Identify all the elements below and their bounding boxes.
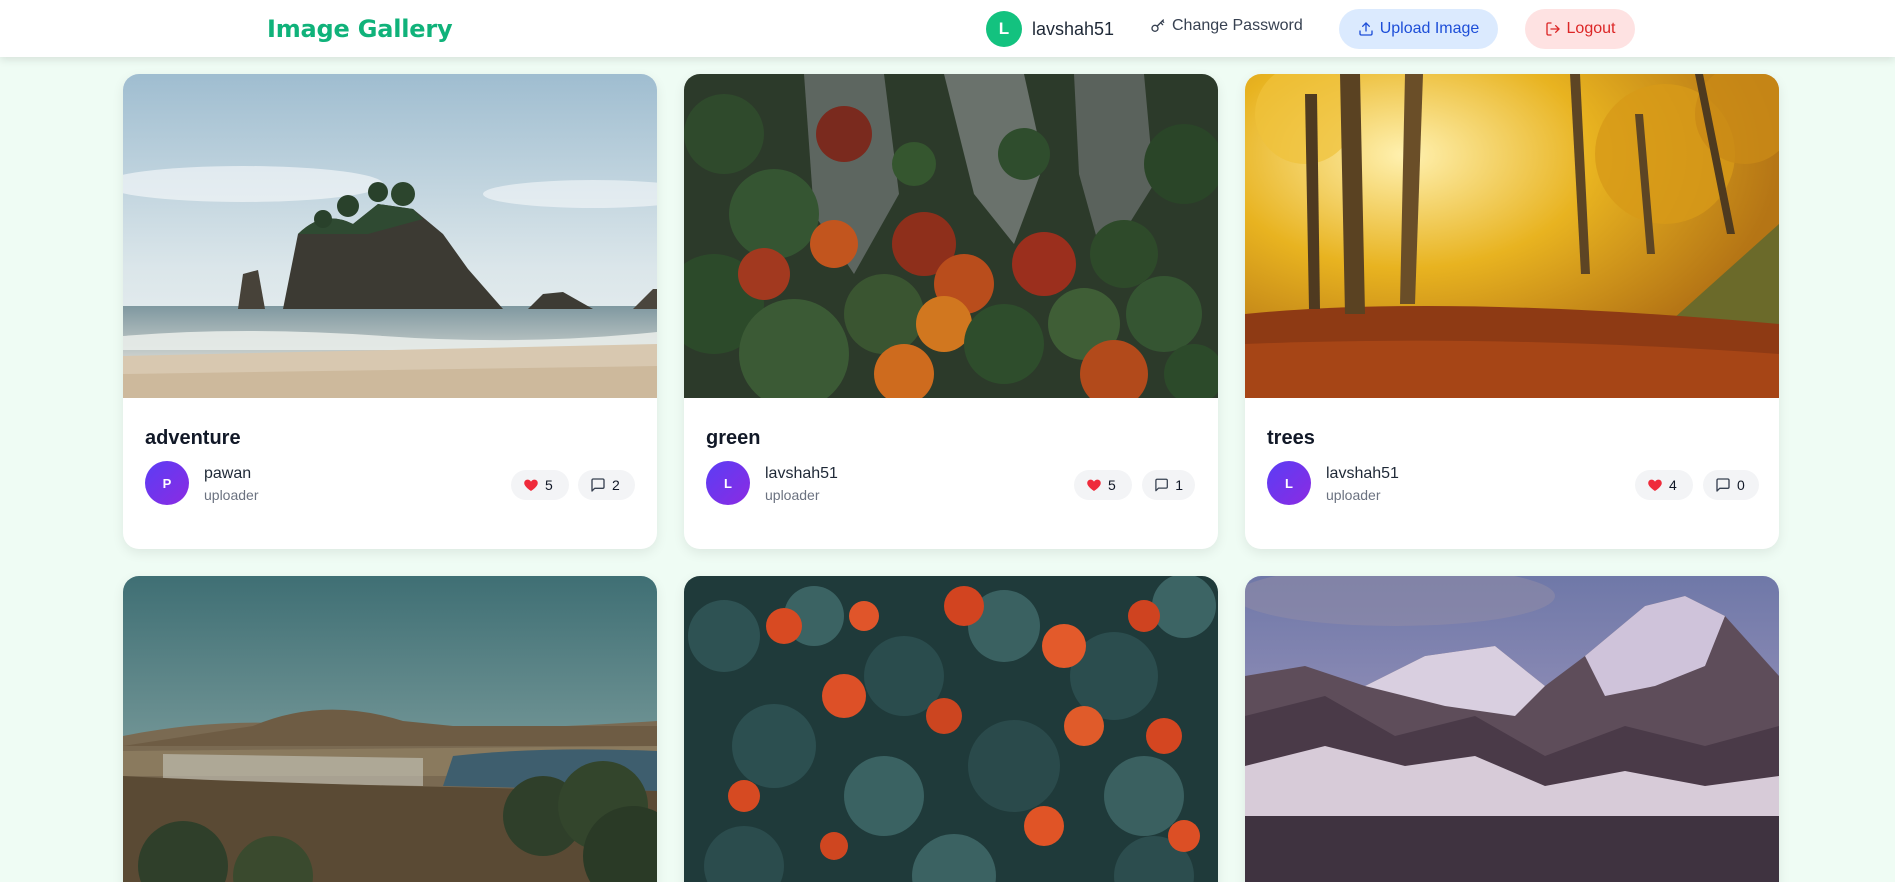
comment-icon [591,478,605,492]
top-nav-bar: Image Gallery L lavshah51 Change Passwor… [0,0,1895,57]
brand-title[interactable]: Image Gallery [267,15,453,43]
uploader-avatar: P [145,461,189,505]
comment-count: 0 [1737,477,1745,493]
upload-image-button[interactable]: Upload Image [1339,9,1498,49]
uploader-avatar: L [1267,461,1311,505]
comment-icon [1716,478,1730,492]
comment-button[interactable]: 0 [1703,470,1759,500]
red-berries-shrub-image [684,576,1218,882]
heart-icon [1648,479,1662,491]
beach-sea-stack-image [123,74,657,398]
uploader-avatar: L [706,461,750,505]
uploader-name: lavshah51 [1326,465,1399,482]
like-button[interactable]: 4 [1635,470,1693,500]
user-name: lavshah51 [1032,18,1115,39]
gallery-card[interactable]: green L lavshah51 uploader 5 1 [684,74,1218,549]
hillside-bay-town-image [123,576,657,882]
like-count: 5 [545,477,553,493]
upload-icon [1359,22,1373,36]
like-button[interactable]: 5 [1074,470,1132,500]
golden-forest-path-image [1245,74,1779,398]
logout-label: Logout [1566,20,1616,37]
like-button[interactable]: 5 [511,470,569,500]
uploader-name: lavshah51 [765,465,838,482]
card-image[interactable] [1245,74,1779,398]
current-user: L lavshah51 [986,11,1114,47]
gallery-card[interactable] [1245,576,1779,882]
uploader-role: uploader [204,487,259,503]
comment-button[interactable]: 1 [1142,470,1195,500]
uploader-role: uploader [1326,487,1381,503]
card-title[interactable]: adventure [145,427,241,450]
comment-button[interactable]: 2 [578,470,635,500]
comment-count: 2 [612,477,620,493]
snowy-mountain-peaks-image [1245,576,1779,882]
gallery-card[interactable]: adventure P pawan uploader 5 2 [123,74,657,549]
card-image[interactable] [123,74,657,398]
uploader-role: uploader [765,487,820,503]
heart-icon [524,479,538,491]
card-title[interactable]: green [706,427,760,450]
comment-count: 1 [1175,477,1183,493]
gallery-card[interactable] [123,576,657,882]
card-image[interactable] [123,576,657,882]
logout-icon [1545,22,1560,36]
logout-button[interactable]: Logout [1525,9,1635,49]
like-count: 5 [1108,477,1116,493]
key-icon [1151,19,1165,32]
like-count: 4 [1669,477,1677,493]
change-password-label: Change Password [1172,17,1303,34]
uploader-name: pawan [204,465,252,482]
gallery-card[interactable] [684,576,1218,882]
card-image[interactable] [684,74,1218,398]
upload-image-label: Upload Image [1379,20,1480,37]
comment-icon [1155,478,1168,492]
card-title[interactable]: trees [1267,427,1315,450]
card-image[interactable] [1245,576,1779,882]
autumn-cliff-forest-image [684,74,1218,398]
user-avatar: L [986,11,1022,47]
gallery-card[interactable]: trees L lavshah51 uploader 4 0 [1245,74,1779,549]
heart-icon [1087,479,1101,491]
card-image[interactable] [684,576,1218,882]
change-password-button[interactable]: Change Password [1150,17,1303,35]
